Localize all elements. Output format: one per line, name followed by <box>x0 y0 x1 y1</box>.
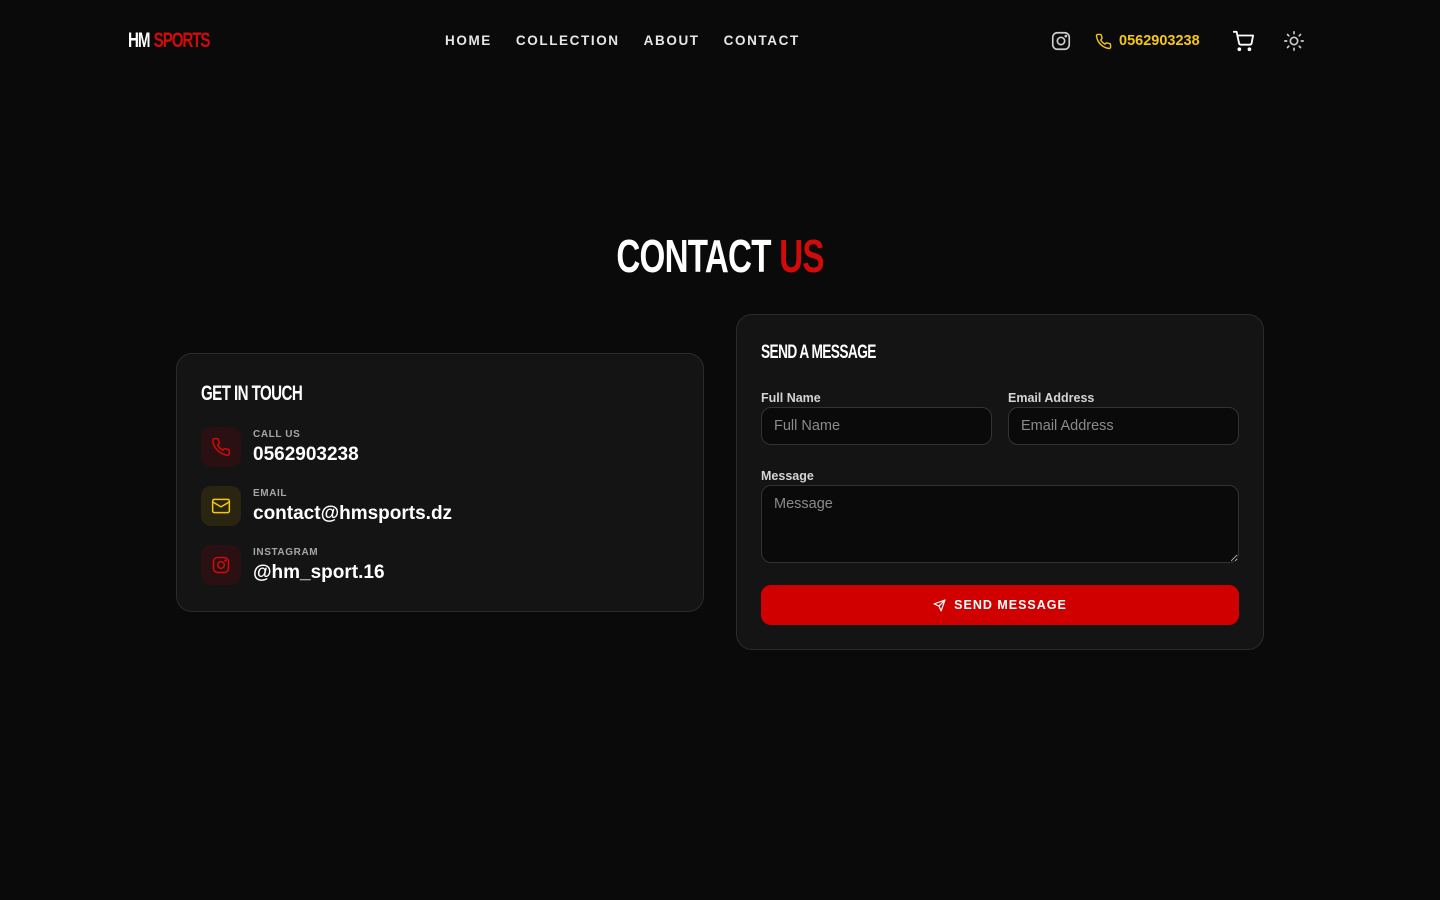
main-nav: HOME COLLECTION ABOUT CONTACT <box>445 32 800 50</box>
get-in-touch-heading: GET IN TOUCH <box>201 382 303 405</box>
email-input[interactable] <box>1008 407 1239 445</box>
contact-value: contact@hmsports.dz <box>253 502 453 524</box>
contact-label: EMAIL <box>253 487 288 499</box>
page-title: CONTACT US <box>0 230 1440 282</box>
instagram-icon <box>201 545 241 585</box>
nav-item-collection[interactable]: COLLECTION <box>516 32 620 50</box>
cart-icon[interactable] <box>1232 30 1254 52</box>
nav-item-home[interactable]: HOME <box>445 32 492 50</box>
contact-item-email[interactable]: EMAIL contact@hmsports.dz <box>201 486 452 526</box>
send-icon <box>933 598 946 612</box>
phone-icon <box>1095 33 1112 49</box>
message-textarea[interactable] <box>761 485 1239 563</box>
send-message-heading: SEND A MESSAGE <box>761 342 876 363</box>
phone-icon <box>201 427 241 467</box>
send-message-button[interactable]: SEND MESSAGE <box>761 585 1239 625</box>
message-label: Message <box>761 469 814 483</box>
sun-icon[interactable] <box>1283 30 1305 52</box>
full-name-label: Full Name <box>761 391 821 405</box>
page-title-word2: US <box>779 230 824 282</box>
full-name-input[interactable] <box>761 407 992 445</box>
mail-icon <box>201 486 241 526</box>
instagram-icon[interactable] <box>1050 30 1072 52</box>
brand-logo[interactable]: HM SPORTS <box>128 29 211 53</box>
header-phone-number: 0562903238 <box>1119 33 1200 49</box>
contact-item-instagram[interactable]: INSTAGRAM @hm_sport.16 <box>201 545 385 585</box>
email-label: Email Address <box>1008 391 1095 405</box>
get-in-touch-card: GET IN TOUCH CALL US 0562903238 EMAIL co… <box>176 353 704 612</box>
site-header: HM SPORTS HOME COLLECTION ABOUT CONTACT 0… <box>0 0 1440 82</box>
contact-value: @hm_sport.16 <box>253 561 385 583</box>
nav-item-contact[interactable]: CONTACT <box>724 32 800 50</box>
contact-value: 0562903238 <box>253 443 359 465</box>
page-title-word1: CONTACT <box>616 230 771 282</box>
contact-label: CALL US <box>253 428 301 440</box>
header-phone-link[interactable]: 0562903238 <box>1095 30 1200 52</box>
send-message-label: SEND MESSAGE <box>954 598 1067 612</box>
brand-logo-part1: HM <box>128 29 150 52</box>
send-message-card: SEND A MESSAGE Full Name Email Address M… <box>736 314 1264 650</box>
brand-logo-part2: SPORTS <box>153 29 211 52</box>
contact-item-phone[interactable]: CALL US 0562903238 <box>201 427 359 467</box>
contact-label: INSTAGRAM <box>253 546 319 558</box>
nav-item-about[interactable]: ABOUT <box>644 32 700 50</box>
